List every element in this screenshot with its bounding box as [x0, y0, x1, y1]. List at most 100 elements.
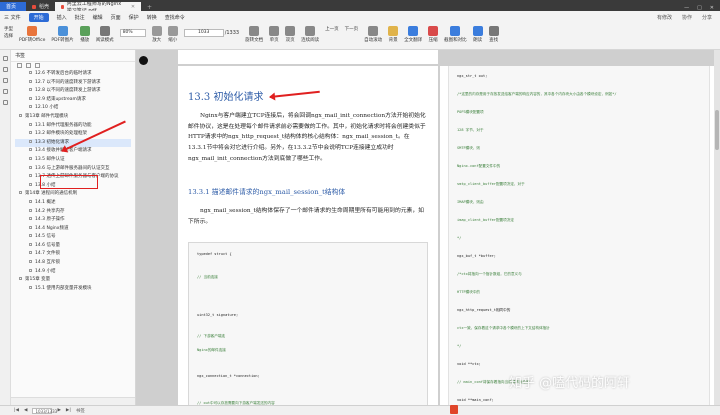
next-page-button[interactable]: 下一页 [345, 26, 359, 32]
next-icon[interactable]: ▶ [57, 408, 60, 413]
bookmark-item[interactable]: 14.2 共享内存 [15, 208, 131, 217]
expand-icon[interactable] [17, 63, 22, 68]
bookmark-item[interactable]: 14.4 Nginx频道 [15, 225, 131, 234]
zoom-select[interactable]: 80% [119, 29, 146, 37]
bookmark-icon [29, 79, 32, 83]
code-block: typedef struct {// 当前连接 uint32_t signatur… [188, 242, 428, 405]
pdf-page-right[interactable]: ngx_str_t out; /*这里的内存是用于存放发送给客户端的响应内容的，其… [440, 66, 715, 405]
bookmark-chapter[interactable]: 第14章 进程间的通信机制 [15, 190, 131, 199]
scroll-thumb[interactable] [715, 110, 719, 150]
red-highlight-box [40, 175, 98, 189]
continuous-read-button[interactable]: 连续阅读 [301, 26, 319, 43]
thumbnail-panel-icon[interactable] [2, 67, 8, 72]
new-tab-icon[interactable]: + [147, 4, 152, 11]
bookmark-panel-icon[interactable] [2, 56, 8, 61]
first-page-icon[interactable]: |◀ [14, 408, 19, 413]
bookmark-item[interactable]: 12.10 小结 [15, 104, 131, 113]
add-bookmark-icon[interactable] [35, 63, 40, 68]
pdf-to-image-button[interactable]: PDF转图片 [51, 26, 74, 43]
attachment-panel-icon[interactable] [2, 89, 8, 94]
compress-label: 压缩 [428, 38, 438, 43]
bookmark-item[interactable]: 12.6 不转发后台的临时请求 [15, 70, 131, 79]
zoom-in-icon [151, 26, 162, 36]
search-command[interactable]: 查找命令 [165, 14, 185, 21]
status-bar: |◀ ◀ 1033/1333 ▶ ▶| 书签 [0, 405, 720, 415]
bookmark-item[interactable]: 14.5 信号 [15, 233, 131, 242]
bookmark-label: 12.9 结束upstream请求 [35, 96, 86, 102]
bookmark-item[interactable]: 14.7 文件锁 [15, 250, 131, 259]
prev-icon[interactable]: ◀ [24, 408, 27, 413]
bookmark-item[interactable]: 12.9 结束upstream请求 [15, 96, 131, 105]
bookmark-item[interactable]: 15.1 使用内部变量开发模块 [15, 285, 131, 294]
bookmark-chapter[interactable]: 第15章 变量 [15, 276, 131, 285]
tab-document[interactable]: 阿里云工程师写的Nginx学习笔记.pdf✕ [55, 1, 142, 14]
bookmark-item[interactable]: 13.2 邮件模块的处理框架 [15, 130, 131, 139]
menu-home[interactable]: 开始 [28, 13, 49, 22]
bookmark-label: 第14章 进程间的通信机制 [25, 191, 78, 197]
menu-edit[interactable]: 编辑 [93, 14, 103, 21]
menu-insert[interactable]: 插入 [57, 14, 67, 21]
vertical-scrollbar[interactable] [714, 50, 720, 405]
bookmark-icon [29, 122, 32, 126]
find-button[interactable]: 查找 [488, 26, 499, 43]
bookmark-icon [29, 139, 32, 143]
bookmark-chapter[interactable]: 第13章 邮件代理模块 [15, 113, 131, 122]
bookmark-item[interactable]: 14.1 概述 [15, 199, 131, 208]
bookmark-item[interactable]: 13.4 接收并解析客户端请求 [15, 147, 131, 156]
full-translate-button[interactable]: 全文翻译 [404, 26, 422, 43]
menu-protect[interactable]: 保护 [129, 14, 139, 21]
search-panel-icon[interactable] [2, 100, 8, 105]
page-number-input[interactable]: 1033 [183, 29, 224, 37]
background-button[interactable]: 背景 [388, 26, 399, 43]
annotation-panel-icon[interactable] [2, 78, 8, 83]
pdf-to-office-button[interactable]: PDF转Office [19, 26, 45, 43]
collab-button[interactable]: 协作 [682, 14, 692, 21]
code-line: // 当前连接 [197, 274, 218, 279]
menu-convert[interactable]: 转换 [147, 14, 157, 21]
auto-scroll-button[interactable]: 自动滚动 [364, 26, 382, 43]
code-line: SMTP模块，则 [457, 146, 481, 150]
bookmark-item[interactable]: 12.7 以不同的速度转发下游请求 [15, 79, 131, 88]
sidebar-scrollbar[interactable] [11, 397, 135, 405]
pdf-page-left[interactable]: 13.3 初始化请求 Nginx与客户端建立TCP连接后，将会回调ngx_mai… [178, 66, 438, 405]
last-page-icon[interactable]: ▶| [66, 408, 71, 413]
screenshot-compare-button[interactable]: 截图和对比 [444, 26, 467, 43]
share-button[interactable]: 分享 [702, 14, 712, 21]
prev-page-button[interactable]: 上一页 [325, 26, 339, 32]
bookmark-item[interactable]: 14.8 互斥锁 [15, 259, 131, 268]
left-icon-rail [0, 50, 11, 405]
menu-file[interactable]: 三 文件 [4, 14, 21, 21]
menu-annotate[interactable]: 批注 [75, 14, 85, 21]
tab-daoke[interactable]: 稻壳 [26, 2, 55, 11]
bookmark-item[interactable]: 14.3 原子操作 [15, 216, 131, 225]
bookmark-item[interactable]: 12.8 以不同的速度转发上游请求 [15, 87, 131, 96]
reading-mode-button[interactable]: 阅读模式 [96, 26, 114, 43]
double-page-label: 双页 [285, 38, 295, 43]
status-page-input[interactable]: 1033/1333 [32, 407, 57, 414]
zoom-in-button[interactable]: 放大 [151, 26, 162, 43]
single-page-button[interactable]: 单页 [269, 26, 280, 43]
read-aloud-button[interactable]: 朗读 [472, 26, 483, 43]
bookmark-item[interactable]: 14.9 小结 [15, 268, 131, 277]
menu-page[interactable]: 页面 [111, 14, 121, 21]
bookmark-item[interactable]: 13.6 与上游邮件服务器间的认证交互 [15, 165, 131, 174]
rotate-button[interactable]: 旋转文档 [245, 26, 263, 43]
tab-home[interactable]: 首页 [0, 2, 26, 11]
close-icon[interactable]: ✕ [131, 4, 135, 10]
wps-logo [450, 405, 458, 414]
screenshot-compare-label: 截图和对比 [444, 38, 467, 43]
play-button[interactable]: 播放 [79, 26, 90, 43]
status-view-label: 书签 [75, 408, 85, 414]
document-viewer[interactable]: 13.3 初始化请求 Nginx与客户端建立TCP连接后，将会回调ngx_mai… [136, 50, 720, 405]
hand-tool[interactable]: 手型 选择 [4, 26, 13, 39]
code-line: imap_client_buffer配置项决定 [457, 218, 514, 222]
toolbar: 手型 选择 PDF转Office PDF转图片 播放 阅读模式 80% 放大 缩小… [0, 24, 720, 50]
hand-tool-label: 手型 [4, 27, 13, 32]
zoom-out-button[interactable]: 缩小 [167, 26, 178, 43]
compress-button[interactable]: 压缩 [428, 26, 439, 43]
select-tool-label[interactable]: 选择 [4, 33, 13, 39]
collapse-icon[interactable] [26, 63, 31, 68]
bookmark-item[interactable]: 14.6 信号量 [15, 242, 131, 251]
double-page-button[interactable]: 双页 [285, 26, 296, 43]
bookmark-item[interactable]: 13.5 邮件认证 [15, 156, 131, 165]
